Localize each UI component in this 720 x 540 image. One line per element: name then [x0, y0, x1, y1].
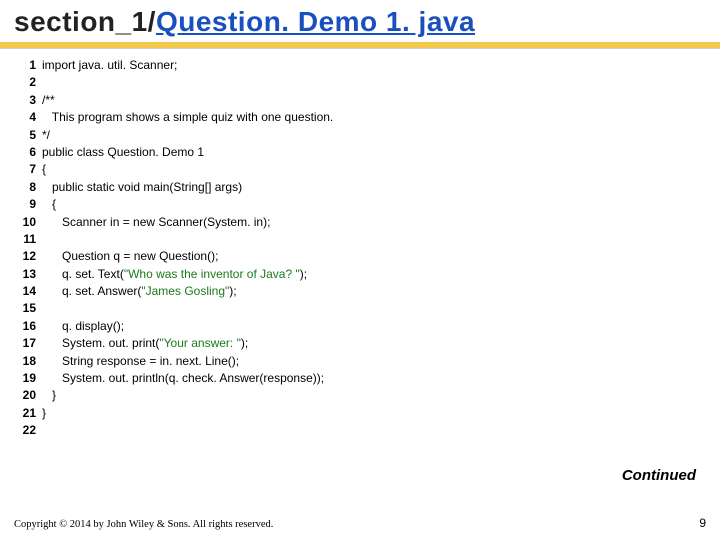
- line-number: 20: [14, 387, 42, 404]
- code-line: 10 Scanner in = new Scanner(System. in);: [14, 214, 706, 231]
- code-text: System. out. println(q. check. Answer(re…: [42, 370, 324, 387]
- line-number: 11: [14, 231, 42, 248]
- code-text: q. set. Answer("James Gosling");: [42, 283, 237, 300]
- code-line: 11: [14, 231, 706, 248]
- line-number: 10: [14, 214, 42, 231]
- code-text: This program shows a simple quiz with on…: [42, 109, 333, 126]
- code-listing: 1import java. util. Scanner;23/**4 This …: [0, 49, 720, 440]
- line-number: 12: [14, 248, 42, 265]
- code-text: q. set. Text("Who was the inventor of Ja…: [42, 266, 307, 283]
- code-line: 3/**: [14, 92, 706, 109]
- code-line: 12 Question q = new Question();: [14, 248, 706, 265]
- line-number: 9: [14, 196, 42, 213]
- code-line: 21}: [14, 405, 706, 422]
- code-line: 14 q. set. Answer("James Gosling");: [14, 283, 706, 300]
- code-text: public static void main(String[] args): [42, 179, 242, 196]
- code-text: */: [42, 127, 50, 144]
- line-number: 14: [14, 283, 42, 300]
- line-number: 3: [14, 92, 42, 109]
- code-line: 9 {: [14, 196, 706, 213]
- code-line: 17 System. out. print("Your answer: ");: [14, 335, 706, 352]
- line-number: 16: [14, 318, 42, 335]
- code-text: System. out. print("Your answer: ");: [42, 335, 248, 352]
- line-number: 1: [14, 57, 42, 74]
- line-number: 2: [14, 74, 42, 91]
- code-line: 20 }: [14, 387, 706, 404]
- code-line: 6public class Question. Demo 1: [14, 144, 706, 161]
- line-number: 6: [14, 144, 42, 161]
- title-underline: [0, 42, 720, 49]
- footer: Copyright © 2014 by John Wiley & Sons. A…: [14, 516, 706, 530]
- code-line: 16 q. display();: [14, 318, 706, 335]
- line-number: 8: [14, 179, 42, 196]
- title-link[interactable]: Question. Demo 1. java: [156, 6, 475, 37]
- copyright-text: Copyright © 2014 by John Wiley & Sons. A…: [14, 519, 273, 530]
- line-number: 18: [14, 353, 42, 370]
- code-text: q. display();: [42, 318, 124, 335]
- code-text: String response = in. next. Line();: [42, 353, 239, 370]
- code-line: 13 q. set. Text("Who was the inventor of…: [14, 266, 706, 283]
- code-text: public class Question. Demo 1: [42, 144, 204, 161]
- code-line: 4 This program shows a simple quiz with …: [14, 109, 706, 126]
- title-prefix: section_1/: [14, 6, 156, 37]
- line-number: 17: [14, 335, 42, 352]
- code-text: }: [42, 405, 46, 422]
- code-text: }: [42, 387, 56, 404]
- code-line: 15: [14, 300, 706, 317]
- code-text: Scanner in = new Scanner(System. in);: [42, 214, 270, 231]
- line-number: 22: [14, 422, 42, 439]
- line-number: 4: [14, 109, 42, 126]
- line-number: 7: [14, 161, 42, 178]
- page-number: 9: [699, 516, 706, 530]
- line-number: 15: [14, 300, 42, 317]
- code-line: 7{: [14, 161, 706, 178]
- code-text: /**: [42, 92, 55, 109]
- code-line: 2: [14, 74, 706, 91]
- code-text: Question q = new Question();: [42, 248, 218, 265]
- slide-title: section_1/Question. Demo 1. java: [0, 0, 720, 38]
- code-line: 19 System. out. println(q. check. Answer…: [14, 370, 706, 387]
- line-number: 13: [14, 266, 42, 283]
- code-text: {: [42, 196, 56, 213]
- code-line: 8 public static void main(String[] args): [14, 179, 706, 196]
- code-text: {: [42, 161, 46, 178]
- code-text: import java. util. Scanner;: [42, 57, 177, 74]
- code-line: 22: [14, 422, 706, 439]
- line-number: 19: [14, 370, 42, 387]
- code-line: 5*/: [14, 127, 706, 144]
- line-number: 21: [14, 405, 42, 422]
- code-line: 18 String response = in. next. Line();: [14, 353, 706, 370]
- line-number: 5: [14, 127, 42, 144]
- code-line: 1import java. util. Scanner;: [14, 57, 706, 74]
- continued-label: Continued: [622, 467, 696, 484]
